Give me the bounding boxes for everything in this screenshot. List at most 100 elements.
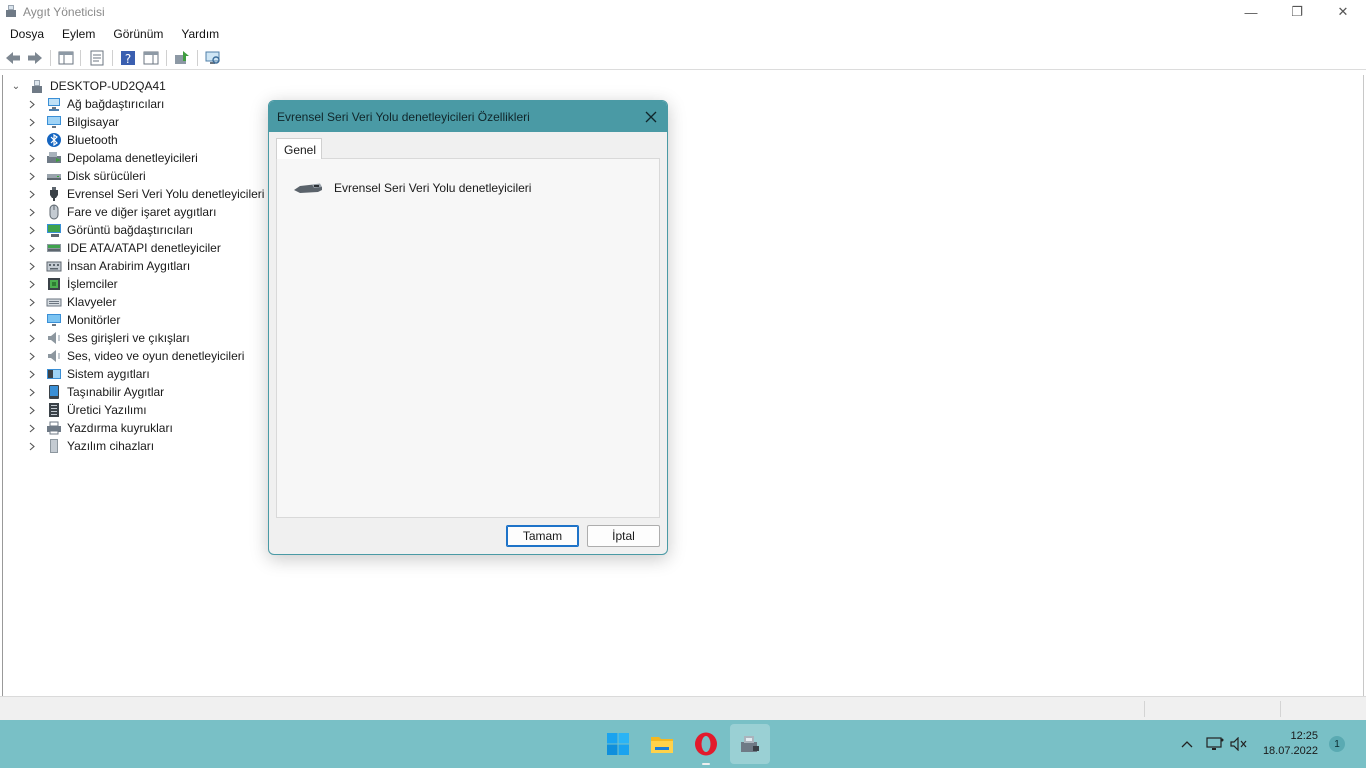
chevron-right-icon[interactable] <box>27 153 37 163</box>
chevron-down-icon[interactable]: ⌄ <box>11 81 21 92</box>
hid-icon <box>46 261 62 272</box>
svg-text:?: ? <box>125 52 131 66</box>
chevron-right-icon[interactable] <box>27 117 37 127</box>
chevron-up-icon[interactable] <box>1178 736 1196 752</box>
tree-item-label: Yazdırma kuyrukları <box>67 421 173 435</box>
chevron-right-icon[interactable] <box>27 315 37 325</box>
back-arrow-icon[interactable] <box>4 49 22 67</box>
chevron-right-icon[interactable] <box>27 333 37 343</box>
tree-item[interactable]: Bilgisayar <box>27 113 119 131</box>
usb-controller-icon <box>294 183 322 193</box>
taskbar: 12:25 18.07.2022 1 <box>0 720 1366 768</box>
chevron-right-icon[interactable] <box>27 261 37 271</box>
close-button[interactable]: ✕ <box>1320 0 1366 24</box>
clock[interactable]: 12:25 18.07.2022 <box>1263 729 1318 759</box>
chevron-right-icon[interactable] <box>27 405 37 415</box>
tree-item[interactable]: Fare ve diğer işaret aygıtları <box>27 203 216 221</box>
network-icon[interactable] <box>1206 736 1224 752</box>
forward-arrow-icon[interactable] <box>26 49 44 67</box>
tree-item[interactable]: Monitörler <box>27 311 120 329</box>
display-adapter-icon <box>47 224 61 237</box>
tree-item-label: Sistem aygıtları <box>67 367 150 381</box>
tree-root[interactable]: ⌄ DESKTOP-UD2QA41 <box>11 77 166 95</box>
tree-item-label: Evrensel Seri Veri Yolu denetleyicileri <box>67 187 265 201</box>
device-manager-app-icon <box>6 5 16 17</box>
monitor-icon <box>47 314 61 326</box>
chevron-right-icon[interactable] <box>27 441 37 451</box>
tree-item[interactable]: Sistem aygıtları <box>27 365 150 383</box>
tree-item-label: Yazılım cihazları <box>67 439 155 453</box>
device-manager-icon[interactable] <box>738 732 762 756</box>
device-tree: ⌄ DESKTOP-UD2QA41 Ağ bağdaştırıcıları Bil… <box>2 75 1364 696</box>
opera-icon[interactable] <box>694 732 718 756</box>
restore-button[interactable]: ❐ <box>1274 0 1320 24</box>
chevron-right-icon[interactable] <box>27 297 37 307</box>
cancel-button[interactable]: İptal <box>587 525 660 547</box>
console-tree-icon[interactable] <box>57 49 75 67</box>
window-title: Aygıt Yöneticisi <box>23 5 105 19</box>
chevron-right-icon[interactable] <box>27 225 37 235</box>
chevron-right-icon[interactable] <box>27 369 37 379</box>
chevron-right-icon[interactable] <box>27 279 37 289</box>
minimize-button[interactable]: — <box>1228 0 1274 24</box>
chevron-right-icon[interactable] <box>27 207 37 217</box>
audio-io-icon <box>48 332 60 344</box>
tree-item-label: Disk sürücüleri <box>67 169 146 183</box>
tree-item-label: Klavyeler <box>67 295 117 309</box>
menu-yardim[interactable]: Yardım <box>171 24 227 44</box>
tree-item[interactable]: İşlemciler <box>27 275 118 293</box>
chevron-right-icon[interactable] <box>27 189 37 199</box>
chevron-right-icon[interactable] <box>27 351 37 361</box>
chevron-right-icon[interactable] <box>27 387 37 397</box>
help-icon[interactable]: ? <box>119 49 137 67</box>
dialog-close-button[interactable] <box>635 101 667 132</box>
computer-icon <box>47 116 61 128</box>
root-label: DESKTOP-UD2QA41 <box>50 79 166 93</box>
tree-item[interactable]: Taşınabilir Aygıtlar <box>27 383 164 401</box>
software-device-icon <box>50 439 58 453</box>
scan-hardware-icon[interactable] <box>204 49 222 67</box>
tree-item[interactable]: Görüntü bağdaştırıcıları <box>27 221 193 239</box>
chevron-right-icon[interactable] <box>27 243 37 253</box>
chevron-right-icon[interactable] <box>27 99 37 109</box>
tree-item[interactable]: Disk sürücüleri <box>27 167 146 185</box>
tree-item-label: Fare ve diğer işaret aygıtları <box>67 205 217 219</box>
tree-item[interactable]: IDE ATA/ATAPI denetleyiciler <box>27 239 221 257</box>
menu-dosya[interactable]: Dosya <box>0 24 52 44</box>
tree-item[interactable]: Yazılım cihazları <box>27 437 154 455</box>
windows-start-icon[interactable] <box>606 732 630 756</box>
tree-item[interactable]: Yazdırma kuyrukları <box>27 419 173 437</box>
dialog-title-bar: Evrensel Seri Veri Yolu denetleyicileri … <box>269 101 667 132</box>
chevron-right-icon[interactable] <box>27 423 37 433</box>
action-pane-icon[interactable] <box>142 49 160 67</box>
tree-item[interactable]: Ses girişleri ve çıkışları <box>27 329 190 347</box>
tree-item[interactable]: Bluetooth <box>27 131 118 149</box>
firmware-icon <box>49 403 59 417</box>
usb-controller-icon <box>50 187 58 201</box>
tree-item[interactable]: İnsan Arabirim Aygıtları <box>27 257 190 275</box>
chevron-right-icon[interactable] <box>27 135 37 145</box>
properties-icon[interactable] <box>88 49 106 67</box>
update-driver-icon[interactable] <box>173 49 191 67</box>
volume-muted-icon[interactable] <box>1230 736 1248 752</box>
tree-item[interactable]: Ağ bağdaştırıcıları <box>27 95 164 113</box>
chevron-right-icon[interactable] <box>27 171 37 181</box>
tab-page-genel: Evrensel Seri Veri Yolu denetleyicileri <box>276 158 660 518</box>
file-explorer-icon[interactable] <box>650 732 674 756</box>
menu-gorunum[interactable]: Görünüm <box>103 24 171 44</box>
ok-button[interactable]: Tamam <box>506 525 579 547</box>
disk-drive-icon <box>47 174 61 180</box>
storage-controller-icon <box>47 152 61 163</box>
tab-genel[interactable]: Genel <box>276 138 322 159</box>
tree-item[interactable]: Evrensel Seri Veri Yolu denetleyicileri <box>27 185 264 203</box>
menu-bar: Dosya Eylem Görünüm Yardım <box>0 24 1366 44</box>
tree-item[interactable]: Üretici Yazılımı <box>27 401 147 419</box>
menu-eylem[interactable]: Eylem <box>52 24 103 44</box>
tree-item[interactable]: Klavyeler <box>27 293 116 311</box>
tree-item[interactable]: Ses, video ve oyun denetleyicileri <box>27 347 244 365</box>
sound-controller-icon <box>48 350 60 362</box>
notification-badge[interactable]: 1 <box>1329 736 1345 752</box>
mouse-icon <box>49 204 59 220</box>
tree-item[interactable]: Depolama denetleyicileri <box>27 149 198 167</box>
dialog-title: Evrensel Seri Veri Yolu denetleyicileri … <box>277 110 530 124</box>
